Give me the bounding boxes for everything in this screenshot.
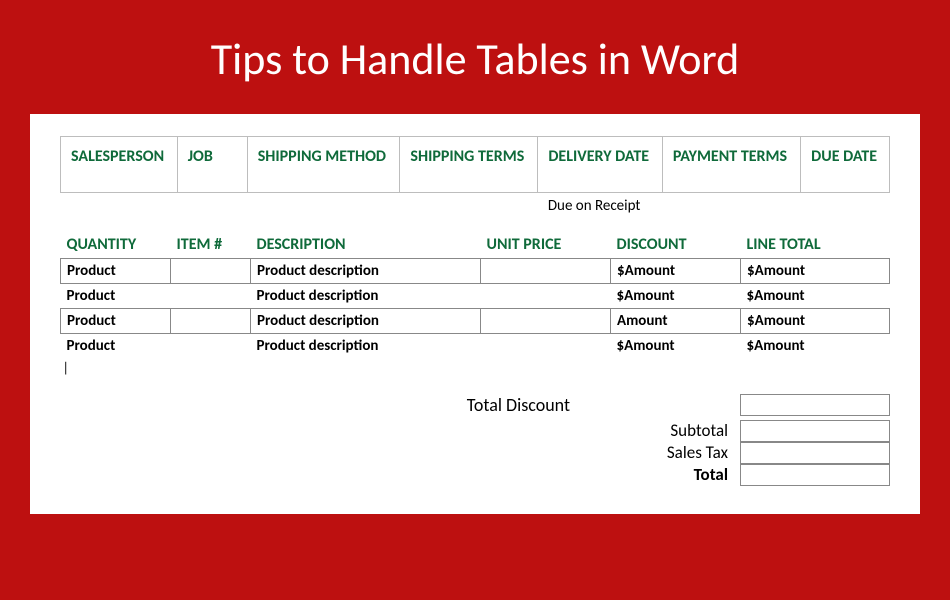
cell-qty: Product bbox=[61, 284, 171, 309]
cell-total: $Amount bbox=[741, 334, 890, 359]
page-title: Tips to Handle Tables in Word bbox=[0, 0, 950, 104]
cell-unit bbox=[481, 334, 611, 359]
cell-unit bbox=[481, 284, 611, 309]
totals-area: Total Discount Subtotal Sales Tax Total bbox=[60, 394, 890, 486]
hdr-shipping-terms: SHIPPING TERMS bbox=[400, 137, 538, 193]
text-cursor: | bbox=[61, 358, 890, 376]
table-row: Product Product description Amount $Amou… bbox=[61, 309, 890, 334]
header-table-values: Due on Receipt bbox=[61, 193, 890, 226]
col-line-total: LINE TOTAL bbox=[741, 231, 890, 259]
delivery-date-value: Due on Receipt bbox=[538, 193, 662, 226]
total-row: Total bbox=[560, 464, 890, 486]
cell-desc: Product description bbox=[251, 284, 481, 309]
total-label: Total bbox=[560, 464, 736, 486]
table-row: Product Product description $Amount $Amo… bbox=[61, 284, 890, 309]
total-discount-row: Total Discount bbox=[60, 394, 890, 416]
cell-discount: Amount bbox=[611, 309, 741, 334]
salestax-row: Sales Tax bbox=[560, 442, 890, 464]
salestax-box bbox=[740, 442, 890, 464]
total-discount-label: Total Discount bbox=[467, 394, 740, 416]
col-quantity: QUANTITY bbox=[61, 231, 171, 259]
salestax-label: Sales Tax bbox=[560, 442, 736, 464]
subtotal-row: Subtotal bbox=[560, 420, 890, 442]
total-box bbox=[740, 464, 890, 486]
cell-desc: Product description bbox=[251, 309, 481, 334]
cell-total: $Amount bbox=[741, 284, 890, 309]
cell-unit bbox=[481, 309, 611, 334]
hdr-due-date: DUE DATE bbox=[801, 137, 890, 193]
document-card: SALESPERSON JOB SHIPPING METHOD SHIPPING… bbox=[30, 114, 920, 514]
col-item: ITEM # bbox=[171, 231, 251, 259]
table-row: Product Product description $Amount $Amo… bbox=[61, 259, 890, 284]
cell-qty: Product bbox=[61, 309, 171, 334]
header-table-headings: SALESPERSON JOB SHIPPING METHOD SHIPPING… bbox=[61, 137, 890, 193]
hdr-salesperson: SALESPERSON bbox=[61, 137, 178, 193]
cell-item bbox=[171, 284, 251, 309]
cell-desc: Product description bbox=[251, 334, 481, 359]
subtotal-label: Subtotal bbox=[560, 420, 736, 442]
cell-total: $Amount bbox=[741, 259, 890, 284]
cell-total: $Amount bbox=[741, 309, 890, 334]
subtotal-box bbox=[740, 420, 890, 442]
cell-item bbox=[171, 334, 251, 359]
cell-item bbox=[171, 259, 251, 284]
cell-unit bbox=[481, 259, 611, 284]
cell-desc: Product description bbox=[251, 259, 481, 284]
col-description: DESCRIPTION bbox=[251, 231, 481, 259]
hdr-shipping-method: SHIPPING METHOD bbox=[247, 137, 400, 193]
hdr-delivery-date: DELIVERY DATE bbox=[538, 137, 662, 193]
table-row: Product Product description $Amount $Amo… bbox=[61, 334, 890, 359]
cursor-row: | bbox=[61, 358, 890, 376]
items-table-headings: QUANTITY ITEM # DESCRIPTION UNIT PRICE D… bbox=[61, 231, 890, 259]
hdr-job: JOB bbox=[177, 137, 247, 193]
hdr-payment-terms: PAYMENT TERMS bbox=[662, 137, 800, 193]
cell-qty: Product bbox=[61, 334, 171, 359]
cell-discount: $Amount bbox=[611, 259, 741, 284]
col-discount: DISCOUNT bbox=[611, 231, 741, 259]
cell-item bbox=[171, 309, 251, 334]
col-unit-price: UNIT PRICE bbox=[481, 231, 611, 259]
totals-stack: Subtotal Sales Tax Total bbox=[60, 420, 890, 486]
total-discount-box bbox=[740, 394, 890, 416]
items-table: QUANTITY ITEM # DESCRIPTION UNIT PRICE D… bbox=[60, 231, 890, 376]
cell-qty: Product bbox=[61, 259, 171, 284]
header-table: SALESPERSON JOB SHIPPING METHOD SHIPPING… bbox=[60, 136, 890, 225]
cell-discount: $Amount bbox=[611, 284, 741, 309]
cell-discount: $Amount bbox=[611, 334, 741, 359]
